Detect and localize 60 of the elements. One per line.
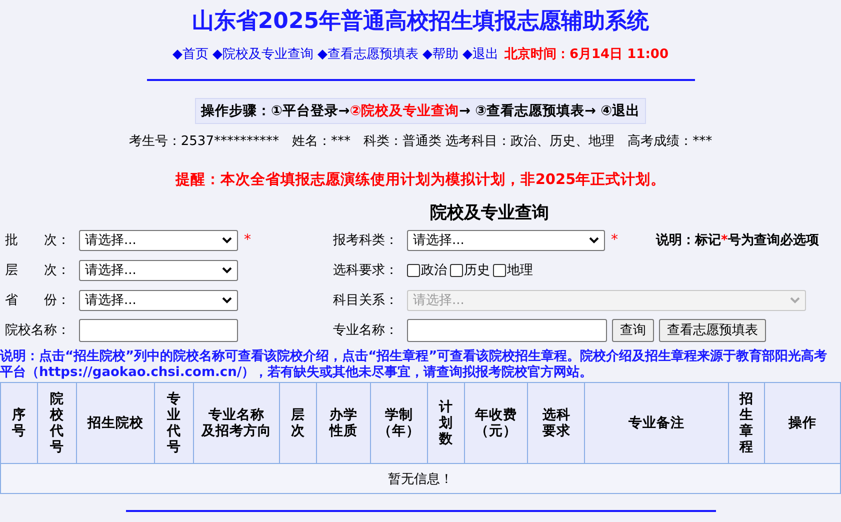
field-label: 院校名称：: [5, 322, 71, 339]
candidate-info: 姓名：***: [292, 133, 350, 150]
steps-banner: 操作步骤：①平台登录→②院校及专业查询→ ③查看志愿预填表→ ④退出: [194, 98, 646, 124]
nav-link[interactable]: ◆院校及专业查询: [212, 45, 314, 63]
chevron-down-icon: [790, 296, 800, 304]
nav-link[interactable]: ◆首页: [172, 45, 208, 63]
field-label: 专业名称：: [333, 322, 399, 339]
column-header: 招生章程: [739, 391, 754, 455]
input-field[interactable]: [79, 318, 238, 342]
candidate-info: 高考成绩：***: [628, 133, 712, 150]
select-field[interactable]: 请选择...: [79, 260, 238, 280]
select-field[interactable]: 请选择...: [79, 290, 238, 310]
column-header: 招生院校: [86, 415, 145, 431]
nav-link[interactable]: ◆帮助: [422, 45, 458, 63]
checkbox[interactable]: [450, 264, 463, 276]
required-asterisk: *: [611, 232, 618, 248]
chevron-down-icon: [222, 296, 232, 304]
column-header: 院校代号: [50, 391, 65, 455]
column-header: 计划数: [438, 399, 454, 447]
chevron-down-icon: [589, 236, 599, 244]
field-label: 层 次：: [5, 262, 71, 279]
empty-message: 暂无信息！: [0, 464, 840, 494]
column-header: 学制 （年）: [377, 407, 422, 439]
reminder-text: 提醒：本次全省填报志愿演练使用计划为模拟计划，非2025年正式计划。: [175, 170, 666, 189]
select-field[interactable]: 请选择...: [407, 230, 605, 250]
checkbox-label: 历史: [464, 262, 490, 279]
checkbox[interactable]: [407, 264, 420, 276]
candidate-info: 科类：普通类 选考科目：政治、历史、地理: [363, 132, 615, 150]
chevron-down-icon: [222, 236, 232, 244]
input-field[interactable]: [407, 318, 607, 342]
field-label: 省 份：: [5, 292, 71, 309]
explanation-text: 说明：点击“招生院校”列中的院校名称可查看该院校介绍，点击“招生章程”可查看该院校招生章程。院校介绍及招生章程来源于教育部阳光高考平台（https://gaokao.chsi.com.cn/），若有缺失或其他未尽事宜，请查询拟报考院校官方网站。: [0, 349, 828, 381]
column-header: 层次: [290, 407, 306, 439]
checkbox-label: 地理: [507, 262, 533, 279]
field-label: 批 次：: [5, 232, 71, 249]
candidate-info: 考生号：2537**********: [128, 133, 279, 150]
field-label: 选科要求：: [333, 262, 399, 279]
required-asterisk: *: [244, 232, 251, 248]
select-field[interactable]: 请选择...: [79, 230, 238, 250]
column-header: 专业备注: [628, 415, 686, 431]
checkbox-label: 政治: [421, 262, 447, 279]
column-header: 年收费 （元）: [474, 407, 518, 439]
column-header: 专业代号: [166, 391, 182, 455]
column-header: 操作: [787, 415, 818, 431]
column-header: 序号: [12, 407, 27, 439]
page-title: 山东省2025年普通高校招生填报志愿辅助系统: [192, 8, 650, 36]
column-header: 选科 要求: [541, 407, 572, 439]
nav-link[interactable]: ◆查看志愿预填表: [317, 45, 418, 63]
form-title: 院校及专业查询: [430, 203, 549, 223]
query-button[interactable]: 查询: [612, 318, 654, 342]
required-note: 说明：标记*号为查询必选项: [656, 232, 819, 249]
query-button[interactable]: 查看志愿预填表: [659, 318, 766, 342]
nav-link[interactable]: ◆退出: [462, 45, 498, 63]
field-label: 科目关系：: [333, 292, 399, 309]
field-label: 报考科类：: [333, 232, 399, 249]
chevron-down-icon: [222, 266, 232, 274]
checkbox[interactable]: [493, 264, 506, 276]
column-header: 办学性质: [328, 407, 358, 439]
clock-text: 北京时间：6月14日 11:00: [504, 46, 669, 63]
column-header: 专业名称 及招考方向: [200, 407, 272, 439]
